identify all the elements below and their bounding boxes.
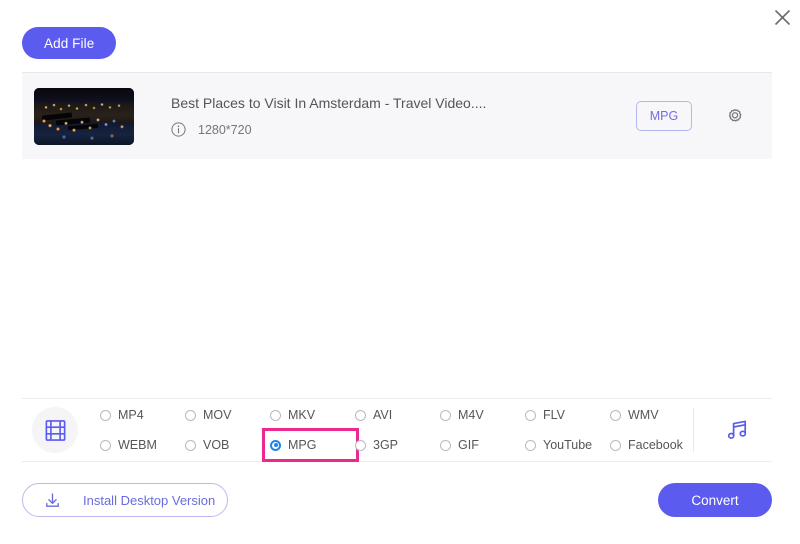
install-desktop-version-button[interactable]: Install Desktop Version — [22, 483, 228, 517]
radio-icon — [270, 409, 281, 421]
radio-icon — [525, 439, 536, 451]
format-option-label: GIF — [458, 438, 479, 452]
format-option-wmv[interactable]: WMV — [608, 404, 693, 426]
download-icon — [43, 491, 62, 510]
format-option-facebook[interactable]: Facebook — [608, 434, 693, 456]
format-option-label: M4V — [458, 408, 484, 422]
radio-icon-selected — [270, 439, 281, 451]
radio-icon — [185, 439, 196, 451]
format-option-label: Facebook — [628, 438, 683, 452]
format-option-mpg[interactable]: MPG — [262, 428, 359, 462]
radio-icon — [440, 439, 451, 451]
format-option-flv[interactable]: FLV — [523, 404, 608, 426]
format-option-3gp[interactable]: 3GP — [353, 434, 438, 456]
format-option-label: MPG — [288, 438, 317, 452]
format-bar-divider — [693, 408, 694, 452]
close-button[interactable] — [765, 0, 799, 34]
file-subinfo: 1280*720 — [171, 122, 636, 137]
format-option-webm[interactable]: WEBM — [98, 434, 183, 456]
format-option-label: VOB — [203, 438, 230, 452]
format-option-mkv[interactable]: MKV — [268, 404, 353, 426]
radio-icon — [440, 409, 451, 421]
format-option-label: 3GP — [373, 438, 399, 452]
convert-button[interactable]: Convert — [658, 483, 772, 517]
radio-icon — [355, 409, 366, 421]
format-option-label: FLV — [543, 408, 565, 422]
music-note-icon — [727, 420, 747, 439]
file-title: Best Places to Visit In Amsterdam - Trav… — [171, 95, 487, 111]
radio-icon — [100, 439, 111, 451]
radio-icon — [355, 439, 366, 451]
format-option-mov[interactable]: MOV — [183, 404, 268, 426]
info-icon — [171, 122, 186, 137]
format-option-label: MKV — [288, 408, 316, 422]
format-option-mp4[interactable]: MP4 — [98, 404, 183, 426]
radio-icon — [525, 409, 536, 421]
radio-icon — [610, 439, 621, 451]
thumbnail-lights — [34, 87, 134, 145]
audio-format-tab[interactable] — [716, 416, 760, 444]
format-option-label: WEBM — [118, 438, 157, 452]
format-option-label: MOV — [203, 408, 232, 422]
add-file-area: Add File — [22, 27, 117, 59]
file-settings-button[interactable] — [720, 102, 748, 130]
file-thumbnail — [34, 87, 134, 145]
format-selection-bar: MP4 MOV MKV AVI M4V FLV WMV WEBM VOB MPG… — [22, 398, 772, 462]
file-info: Best Places to Visit In Amsterdam - Trav… — [171, 95, 636, 137]
format-option-youtube[interactable]: YouTube — [523, 434, 608, 456]
format-option-label: WMV — [628, 408, 659, 422]
format-radio-grid: MP4 MOV MKV AVI M4V FLV WMV WEBM VOB MPG… — [98, 404, 693, 462]
file-list-item[interactable]: Best Places to Visit In Amsterdam - Trav… — [22, 72, 772, 159]
radio-icon — [100, 409, 111, 421]
format-option-vob[interactable]: VOB — [183, 434, 268, 456]
radio-icon — [185, 409, 196, 421]
radio-icon — [610, 409, 621, 421]
close-icon — [774, 9, 790, 25]
gear-icon — [728, 108, 741, 122]
add-file-button[interactable]: Add File — [22, 27, 117, 59]
format-option-label: AVI — [373, 408, 393, 422]
output-format-badge[interactable]: MPG — [636, 101, 692, 131]
format-option-m4v[interactable]: M4V — [438, 404, 523, 426]
film-strip-icon — [45, 419, 65, 441]
video-format-tab[interactable] — [32, 407, 78, 453]
format-option-avi[interactable]: AVI — [353, 404, 438, 426]
format-option-label: YouTube — [543, 438, 593, 452]
install-desktop-version-label: Install Desktop Version — [83, 492, 216, 508]
file-resolution: 1280*720 — [198, 122, 252, 137]
format-option-label: MP4 — [118, 408, 144, 422]
format-option-gif[interactable]: GIF — [438, 434, 523, 456]
